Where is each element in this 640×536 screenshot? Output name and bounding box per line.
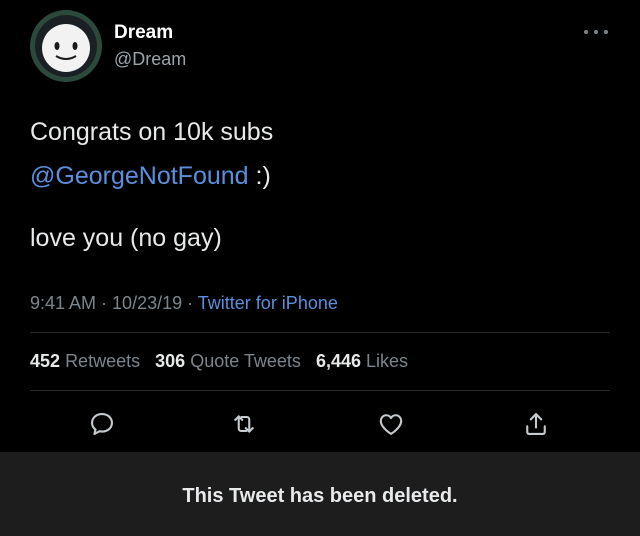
retweets-stat[interactable]: 452 Retweets	[30, 351, 140, 371]
heart-icon	[379, 414, 403, 435]
more-options-icon[interactable]	[584, 24, 608, 40]
tweet-text-line: love you (no gay)	[30, 224, 222, 252]
more-dot	[604, 30, 608, 34]
meta-separator: ·	[96, 293, 113, 313]
tweet-source-link[interactable]: Twitter for iPhone	[198, 293, 338, 313]
mention-link[interactable]: @GeorgeNotFound	[30, 162, 249, 190]
deleted-tweet-banner: This Tweet has been deleted.	[0, 452, 640, 536]
tweet-text-mention-line: @GeorgeNotFound :)	[30, 162, 271, 191]
tweet-text-line: Congrats on 10k subs	[30, 118, 274, 146]
share-upload-icon	[526, 413, 546, 435]
retweets-label: Retweets	[65, 351, 141, 371]
tweet-time[interactable]: 9:41 AM	[30, 293, 96, 313]
avatar-image	[30, 10, 102, 82]
likes-count: 6,446	[315, 351, 361, 371]
reply-bubble-icon	[91, 413, 113, 435]
likes-stat[interactable]: 6,446 Likes	[316, 351, 408, 371]
divider	[30, 332, 610, 333]
like-button[interactable]	[375, 408, 407, 440]
tweet-card: Dream @Dream Congrats on 10k subs @Georg…	[0, 0, 640, 452]
avatar[interactable]	[30, 10, 102, 82]
deleted-message: This Tweet has been deleted.	[182, 484, 458, 507]
quotes-label: Quote Tweets	[190, 351, 301, 371]
divider	[30, 390, 610, 391]
tweet-metadata: 9:41 AM · 10/23/19 · Twitter for iPhone	[30, 293, 338, 314]
quote-tweets-stat[interactable]: 306 Quote Tweets	[155, 351, 301, 371]
retweets-count: 452	[30, 351, 61, 371]
reply-button[interactable]	[86, 408, 118, 440]
share-button[interactable]	[520, 408, 552, 440]
more-dot	[594, 30, 598, 34]
retweet-button[interactable]	[228, 408, 260, 440]
retweet-arrows-icon	[234, 415, 254, 433]
tweet-stats: 452 Retweets 306 Quote Tweets 6,446 Like…	[30, 351, 418, 372]
likes-label: Likes	[366, 351, 409, 371]
author-handle[interactable]: @Dream	[114, 49, 186, 70]
quotes-count: 306	[155, 351, 186, 371]
author-name[interactable]: Dream	[114, 22, 173, 44]
mention-suffix: :)	[248, 162, 271, 190]
meta-separator: ·	[182, 293, 198, 313]
more-dot	[584, 30, 588, 34]
tweet-date[interactable]: 10/23/19	[112, 293, 182, 313]
